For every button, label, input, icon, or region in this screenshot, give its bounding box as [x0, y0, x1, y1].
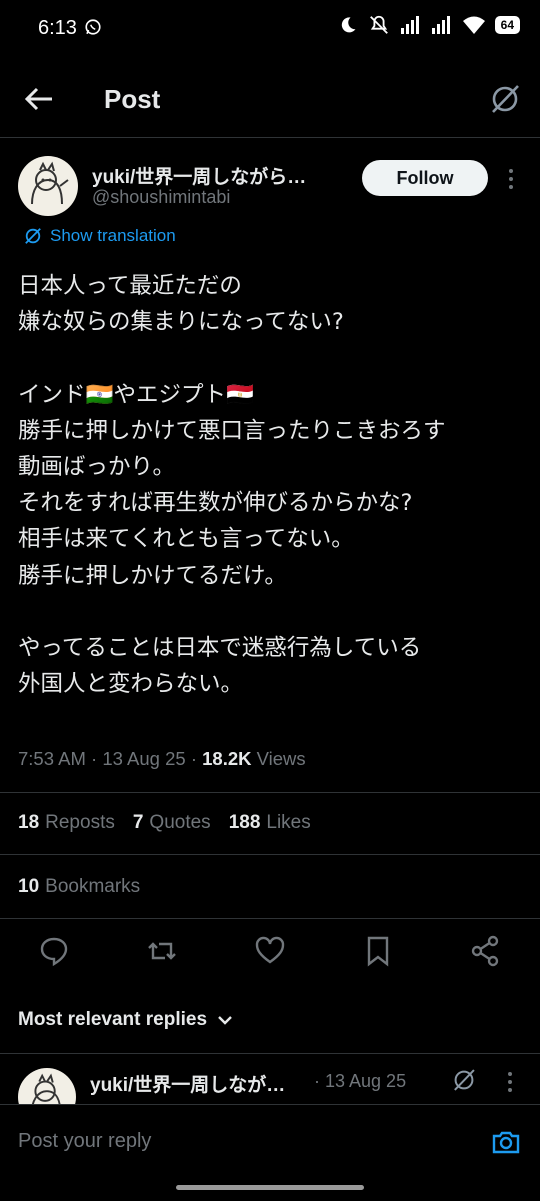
header-divider	[0, 137, 540, 138]
more-icon[interactable]	[504, 166, 518, 192]
author-handle[interactable]: @shoushimintabi	[92, 187, 230, 208]
bookmarks-count: 10	[18, 876, 40, 897]
page-title: Post	[104, 84, 161, 114]
moon-icon	[341, 17, 356, 33]
grok-icon[interactable]	[488, 82, 522, 116]
author-name[interactable]: yuki/世界一周しながら…	[92, 162, 306, 189]
stats-divider	[0, 854, 540, 855]
follow-button[interactable]: Follow	[362, 160, 488, 196]
reposts-count: 18	[18, 812, 40, 833]
whatsapp-icon	[85, 19, 101, 35]
meta-separator: ·	[91, 748, 103, 769]
views-label: Views	[256, 748, 306, 769]
reposts-label: Reposts	[45, 812, 115, 833]
reply-sort-dropdown[interactable]: Most relevant replies	[18, 1009, 233, 1031]
replies-divider	[0, 1053, 540, 1054]
likes-stat[interactable]: 188 Likes	[229, 812, 311, 834]
meta-separator-2: ·	[190, 748, 203, 769]
reply-icon[interactable]	[38, 934, 70, 968]
reply-author-name[interactable]: yuki/世界一周しなが…	[90, 1070, 285, 1097]
like-icon[interactable]	[254, 934, 286, 968]
likes-label: Likes	[266, 812, 311, 833]
reply-grok-icon[interactable]	[451, 1067, 477, 1093]
wifi-icon	[462, 16, 485, 34]
action-bar	[0, 934, 540, 974]
status-bar: 6:13 64	[0, 0, 540, 58]
camera-icon[interactable]	[490, 1126, 522, 1158]
quotes-count: 7	[132, 812, 144, 833]
views-count[interactable]: 18.2K	[202, 748, 251, 769]
bookmarks-stat[interactable]: 10 Bookmarks	[18, 876, 140, 898]
reply-date: · 13 Aug 25	[314, 1071, 407, 1091]
signal-icon	[400, 16, 419, 34]
quotes-stat[interactable]: 7 Quotes	[133, 812, 211, 834]
author-avatar[interactable]	[18, 156, 78, 216]
chevron-down-icon	[218, 1016, 232, 1025]
translate-icon	[25, 228, 41, 244]
post-meta: 7:53 AM · 13 Aug 25 · 18.2K Views	[18, 748, 306, 770]
show-translation-label: Show translation	[50, 226, 176, 245]
bookmark-icon[interactable]	[362, 934, 394, 968]
status-time: 6:13	[38, 17, 77, 39]
mute-icon	[369, 15, 388, 34]
repost-icon[interactable]	[146, 934, 178, 968]
reply-sort-label: Most relevant replies	[18, 1009, 208, 1030]
post-text: 日本人って最近ただの 嫌な奴らの集まりになってない? インド🇮🇳やエジプト🇪🇬 …	[18, 273, 446, 698]
reply-input[interactable]: Post your reply	[18, 1130, 151, 1153]
share-icon[interactable]	[469, 934, 501, 968]
back-arrow-icon[interactable]	[22, 84, 56, 114]
reply-more-icon[interactable]	[504, 1070, 516, 1094]
bookmarks-divider	[0, 918, 540, 919]
engagement-stats: 18 Reposts 7 Quotes 188 Likes	[18, 812, 311, 834]
bookmarks-label: Bookmarks	[45, 876, 141, 897]
reposts-stat[interactable]: 18 Reposts	[18, 812, 115, 834]
likes-count: 188	[228, 812, 261, 833]
home-indicator[interactable]	[176, 1185, 364, 1190]
signal-icon-2	[431, 16, 450, 34]
meta-divider	[0, 792, 540, 793]
post-time: 7:53 AM	[18, 748, 86, 769]
avatar-illustration	[31, 161, 69, 205]
battery-icon: 64	[494, 16, 520, 34]
show-translation-link[interactable]: Show translation	[24, 226, 176, 246]
post-date: 13 Aug 25	[102, 748, 186, 769]
quotes-label: Quotes	[149, 812, 211, 833]
status-icons: 64	[338, 14, 520, 36]
